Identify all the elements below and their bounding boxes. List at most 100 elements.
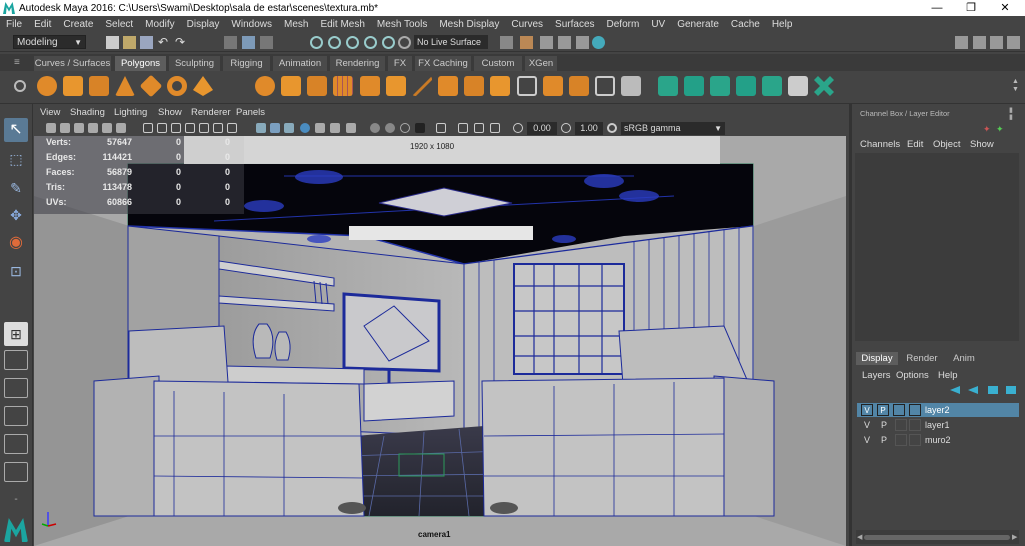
- tab-custom[interactable]: Custom: [474, 56, 522, 71]
- smooth-icon[interactable]: [333, 76, 353, 96]
- live-surface-icon[interactable]: [398, 36, 411, 49]
- menu-display[interactable]: Display: [181, 19, 226, 30]
- shelf-menu-icon[interactable]: ≡: [14, 57, 20, 68]
- layers-menu[interactable]: Layers: [862, 370, 891, 381]
- history-icon[interactable]: [500, 36, 513, 49]
- wireframe-icon[interactable]: [256, 123, 266, 133]
- automatic-uv-icon[interactable]: [736, 76, 756, 96]
- minimize-button[interactable]: —: [920, 0, 954, 16]
- delete-edge-icon[interactable]: [595, 76, 615, 96]
- save-scene-icon[interactable]: [140, 36, 153, 49]
- layer-scrollbar[interactable]: [864, 535, 1010, 540]
- menu-mesh[interactable]: Mesh: [278, 19, 314, 30]
- menu-create[interactable]: Create: [57, 19, 99, 30]
- menu-windows[interactable]: Windows: [225, 19, 278, 30]
- menu-cache[interactable]: Cache: [725, 19, 766, 30]
- tab-xgen[interactable]: XGen: [525, 56, 557, 71]
- menu-select[interactable]: Select: [99, 19, 139, 30]
- render-settings-icon[interactable]: [576, 36, 589, 49]
- menu-edit-mesh[interactable]: Edit Mesh: [314, 19, 370, 30]
- target-weld-icon[interactable]: [569, 76, 589, 96]
- paint-select-icon[interactable]: ✎: [4, 176, 28, 200]
- menu-deform[interactable]: Deform: [601, 19, 646, 30]
- bevel-icon[interactable]: [360, 76, 380, 96]
- separate-icon[interactable]: [281, 76, 301, 96]
- poly-cylinder-icon[interactable]: [89, 76, 109, 96]
- textured-icon[interactable]: [300, 123, 310, 133]
- extrude-icon[interactable]: [464, 76, 484, 96]
- poly-sphere-icon[interactable]: [37, 76, 57, 96]
- layer-visibility-toggle[interactable]: V: [864, 418, 870, 432]
- help-menu[interactable]: Help: [938, 370, 958, 381]
- tab-fx[interactable]: FX: [388, 56, 412, 71]
- grid-icon[interactable]: [143, 123, 153, 133]
- snap-curve-icon[interactable]: [328, 36, 341, 49]
- snap-point-icon[interactable]: [346, 36, 359, 49]
- tab-curves-surfaces[interactable]: Curves / Surfaces: [34, 56, 111, 71]
- menu-edit[interactable]: Edit: [28, 19, 57, 30]
- menu-modify[interactable]: Modify: [139, 19, 180, 30]
- color-management-icon[interactable]: [607, 123, 617, 133]
- redo-icon[interactable]: ↷: [175, 36, 188, 49]
- select-component-icon[interactable]: [260, 36, 273, 49]
- cb-menu-channels[interactable]: Channels: [860, 139, 900, 150]
- vp-menu-renderer[interactable]: Renderer: [191, 107, 231, 118]
- layer-row[interactable]: V P layer1: [857, 418, 1019, 432]
- xray-active-icon[interactable]: [415, 123, 425, 133]
- grease-pencil-icon[interactable]: [116, 123, 126, 133]
- vp-menu-lighting[interactable]: Lighting: [114, 107, 147, 118]
- menu-help[interactable]: Help: [766, 19, 799, 30]
- twod-pan-zoom-icon[interactable]: [102, 123, 112, 133]
- layer-color-swatch[interactable]: [909, 434, 921, 446]
- wireframe-on-shaded-icon[interactable]: [284, 123, 294, 133]
- camera-select-icon[interactable]: [46, 123, 56, 133]
- new-layer-selected-icon[interactable]: [1006, 386, 1016, 394]
- tab-animation[interactable]: Animation: [273, 56, 327, 71]
- use-all-lights-icon[interactable]: [315, 123, 325, 133]
- undo-icon[interactable]: ↶: [158, 36, 171, 49]
- select-tool-icon[interactable]: ↖: [4, 118, 28, 142]
- edge-loop-icon[interactable]: [438, 76, 458, 96]
- poly-torus-icon[interactable]: [167, 76, 187, 96]
- layer-playback-toggle[interactable]: P: [881, 418, 887, 432]
- menu-file[interactable]: File: [0, 19, 28, 30]
- vp-menu-view[interactable]: View: [40, 107, 60, 118]
- shadows-icon[interactable]: [330, 123, 340, 133]
- snap-grid-icon[interactable]: [310, 36, 323, 49]
- resolution-gate-icon[interactable]: [171, 123, 181, 133]
- safe-action-icon[interactable]: [213, 123, 223, 133]
- layer-display-type[interactable]: [893, 404, 905, 416]
- tab-anim[interactable]: Anim: [946, 352, 982, 365]
- channel-box-toggle-icon[interactable]: [1007, 36, 1020, 49]
- panel-splitter[interactable]: [849, 104, 852, 546]
- scroll-right-icon[interactable]: ▶: [1012, 533, 1017, 541]
- combine-icon[interactable]: [255, 76, 275, 96]
- channel-lock-icon[interactable]: ✦: [996, 124, 1004, 135]
- gamma-field[interactable]: 1.00: [575, 122, 603, 135]
- menu-mesh-display[interactable]: Mesh Display: [433, 19, 505, 30]
- vp-menu-shading[interactable]: Shading: [70, 107, 105, 118]
- camera-attributes-icon[interactable]: [60, 123, 70, 133]
- hypershade-icon[interactable]: [592, 36, 605, 49]
- open-scene-icon[interactable]: [123, 36, 136, 49]
- xray-joints-icon[interactable]: [400, 123, 410, 133]
- persp-graph-icon[interactable]: [4, 434, 28, 454]
- multisample-icon[interactable]: [474, 123, 484, 133]
- layer-color-swatch[interactable]: [909, 419, 921, 431]
- panel-options-icon[interactable]: ▮ ▮: [1009, 107, 1013, 121]
- safe-title-icon[interactable]: [227, 123, 237, 133]
- layer-display-type[interactable]: [895, 419, 907, 431]
- mirror-icon[interactable]: [517, 76, 537, 96]
- field-chart-icon[interactable]: [199, 123, 209, 133]
- live-surface-field[interactable]: No Live Surface: [414, 35, 488, 49]
- tab-rigging[interactable]: Rigging: [223, 56, 270, 71]
- tab-rendering[interactable]: Rendering: [330, 56, 385, 71]
- cylindrical-uv-icon[interactable]: [684, 76, 704, 96]
- scroll-left-icon[interactable]: ◀: [857, 533, 862, 541]
- layer-visibility-toggle[interactable]: V: [864, 433, 870, 447]
- tool-settings-icon[interactable]: [990, 36, 1003, 49]
- color-space-select[interactable]: sRGB gamma ▼: [621, 122, 725, 135]
- snap-view-icon[interactable]: [364, 36, 377, 49]
- film-gate-icon[interactable]: [157, 123, 167, 133]
- screen-space-ao-icon[interactable]: [436, 123, 446, 133]
